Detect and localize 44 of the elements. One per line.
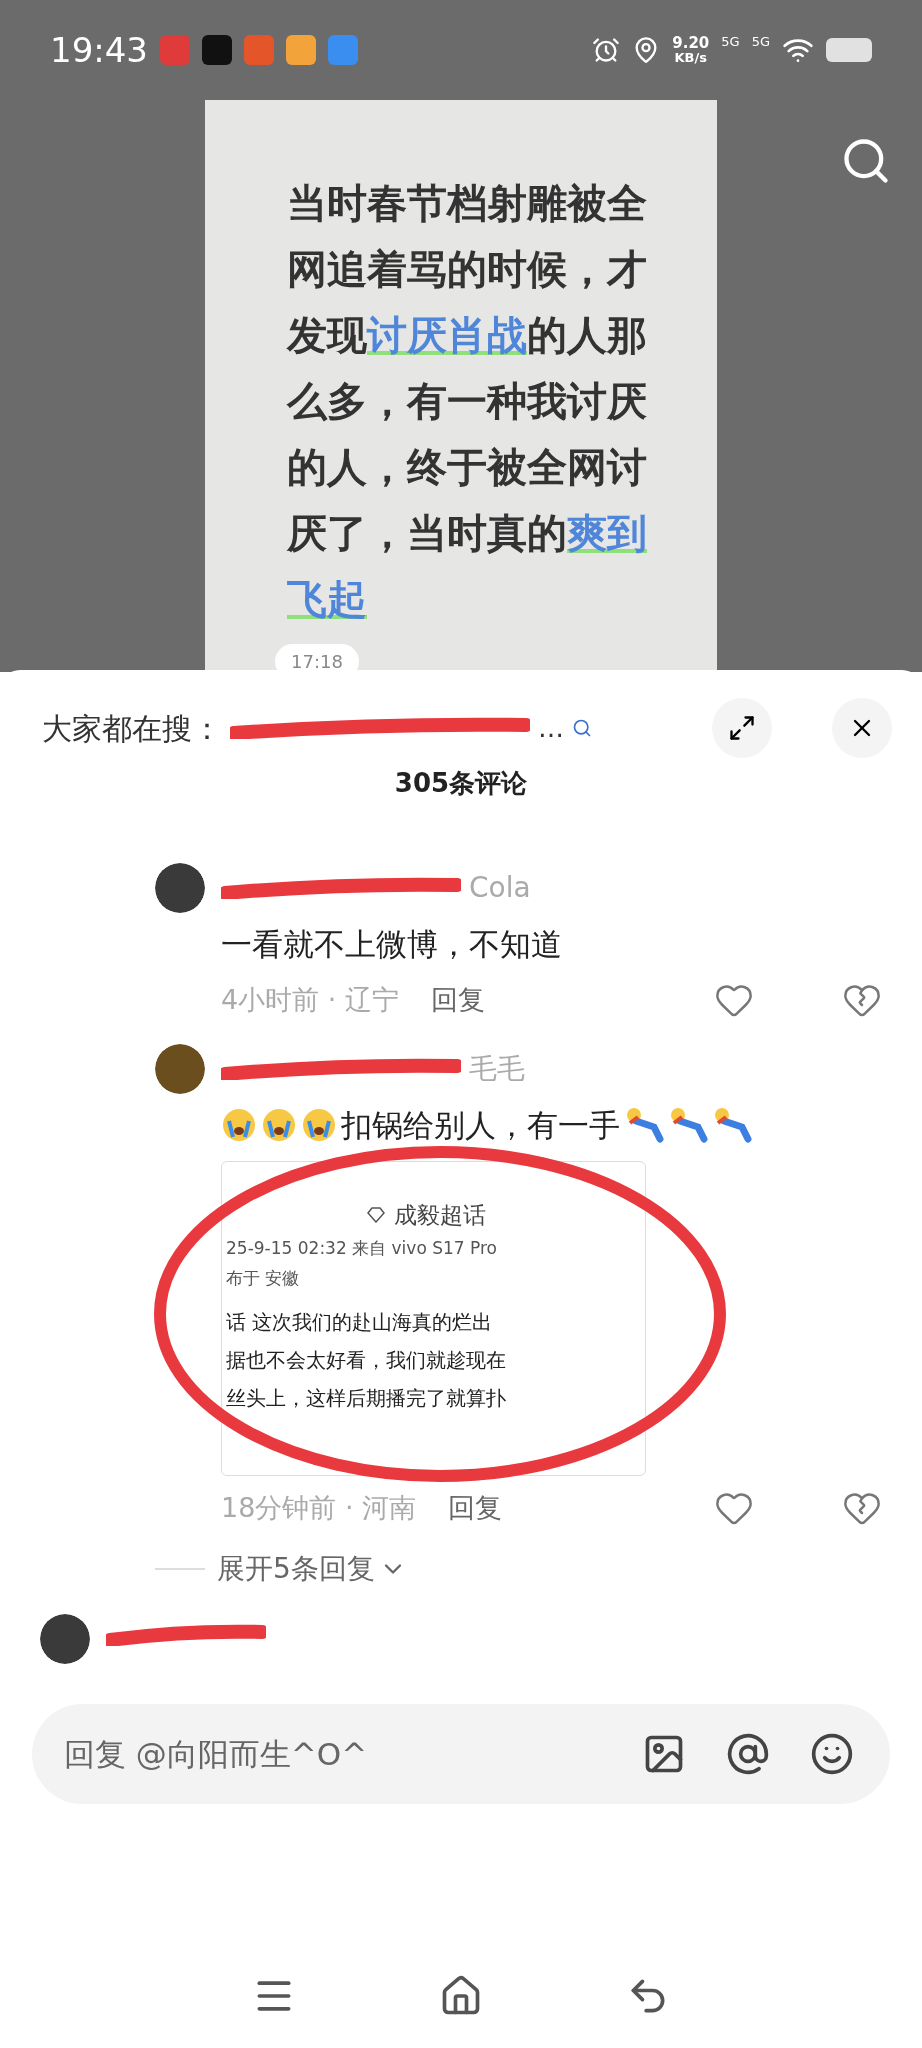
crying-face-icon [221,1107,257,1144]
signal-label: 5G [721,33,740,51]
avatar[interactable] [155,863,205,913]
comment-text: 一看就不上微博，不知道 [221,925,562,964]
app-notification-icon [286,35,316,65]
search-label: 大家都在搜： [42,709,222,748]
post-text: 话 这次我们的赴山海真的烂出 据也不会太好看，我们就趁现在 丝头上，这样后期播完了就算扑 [226,1309,507,1412]
app-notification-icon [244,35,274,65]
post-meta: 25-9-15 02:32 来自 vivo S17 Pro [226,1237,498,1260]
diamond-icon [366,1206,386,1223]
comment-meta: 18分钟前 · 河南 [221,1490,417,1525]
search-suggestion[interactable]: … [538,708,564,748]
battery-icon [826,38,872,62]
alarm-icon [592,36,621,64]
comment-meta: 4小时前 · 辽宁 [221,982,399,1017]
comment-count: 305条评论 [394,767,528,800]
crying-face-icon [301,1107,337,1144]
post-screenshot[interactable]: 成毅超话 25-9-15 02:32 来自 vivo S17 Pro 布于 安徽 话 这次我们的赴山海真的烂出 据也不会太好看，我们就趁现在 丝头上，这样后期播完了就算扑 [221,1160,646,1476]
net-unit: KB/s [674,51,707,64]
video-caption: 当时春节档射雕被全 网追着骂的时候，才 发现讨厌肖战的人那 么多，有一种我讨厌 的人，终于被全网讨 厌了，当时真的爽到 飞起 [287,179,648,624]
reply-link[interactable]: 回复 [448,1487,503,1528]
app-notification-icon [160,35,190,65]
crying-face-icon [261,1107,297,1144]
reply-input[interactable]: 回复 @向阳而生^O^ [32,1704,890,1804]
signal-label: 5G [751,33,770,51]
avatar[interactable] [155,1044,205,1094]
mention-icon[interactable] [726,1732,770,1776]
search-icon [572,718,592,738]
tumbling-figure-icon [668,1107,708,1144]
reply-link[interactable]: 回复 [430,979,485,1020]
emoji-icon[interactable] [810,1732,854,1776]
app-notification-icon [202,35,232,65]
clock: 19:43 [50,28,148,72]
app-notification-icon [328,35,358,65]
tumbling-figure-icon [712,1107,752,1144]
reply-placeholder: 回复 @向阳而生^O^ [64,1734,369,1774]
post-location: 布于 安徽 [226,1266,301,1290]
net-speed: 9.20 [672,36,710,51]
comment-text: 扣锅给别人，有一手 [341,1106,620,1145]
expand-replies[interactable]: 展开5条回复 [217,1548,407,1590]
avatar[interactable] [40,1614,90,1664]
tumbling-figure-icon [624,1107,664,1144]
expand-icon [728,714,756,742]
topic-name: 成毅超话 [394,1200,486,1230]
